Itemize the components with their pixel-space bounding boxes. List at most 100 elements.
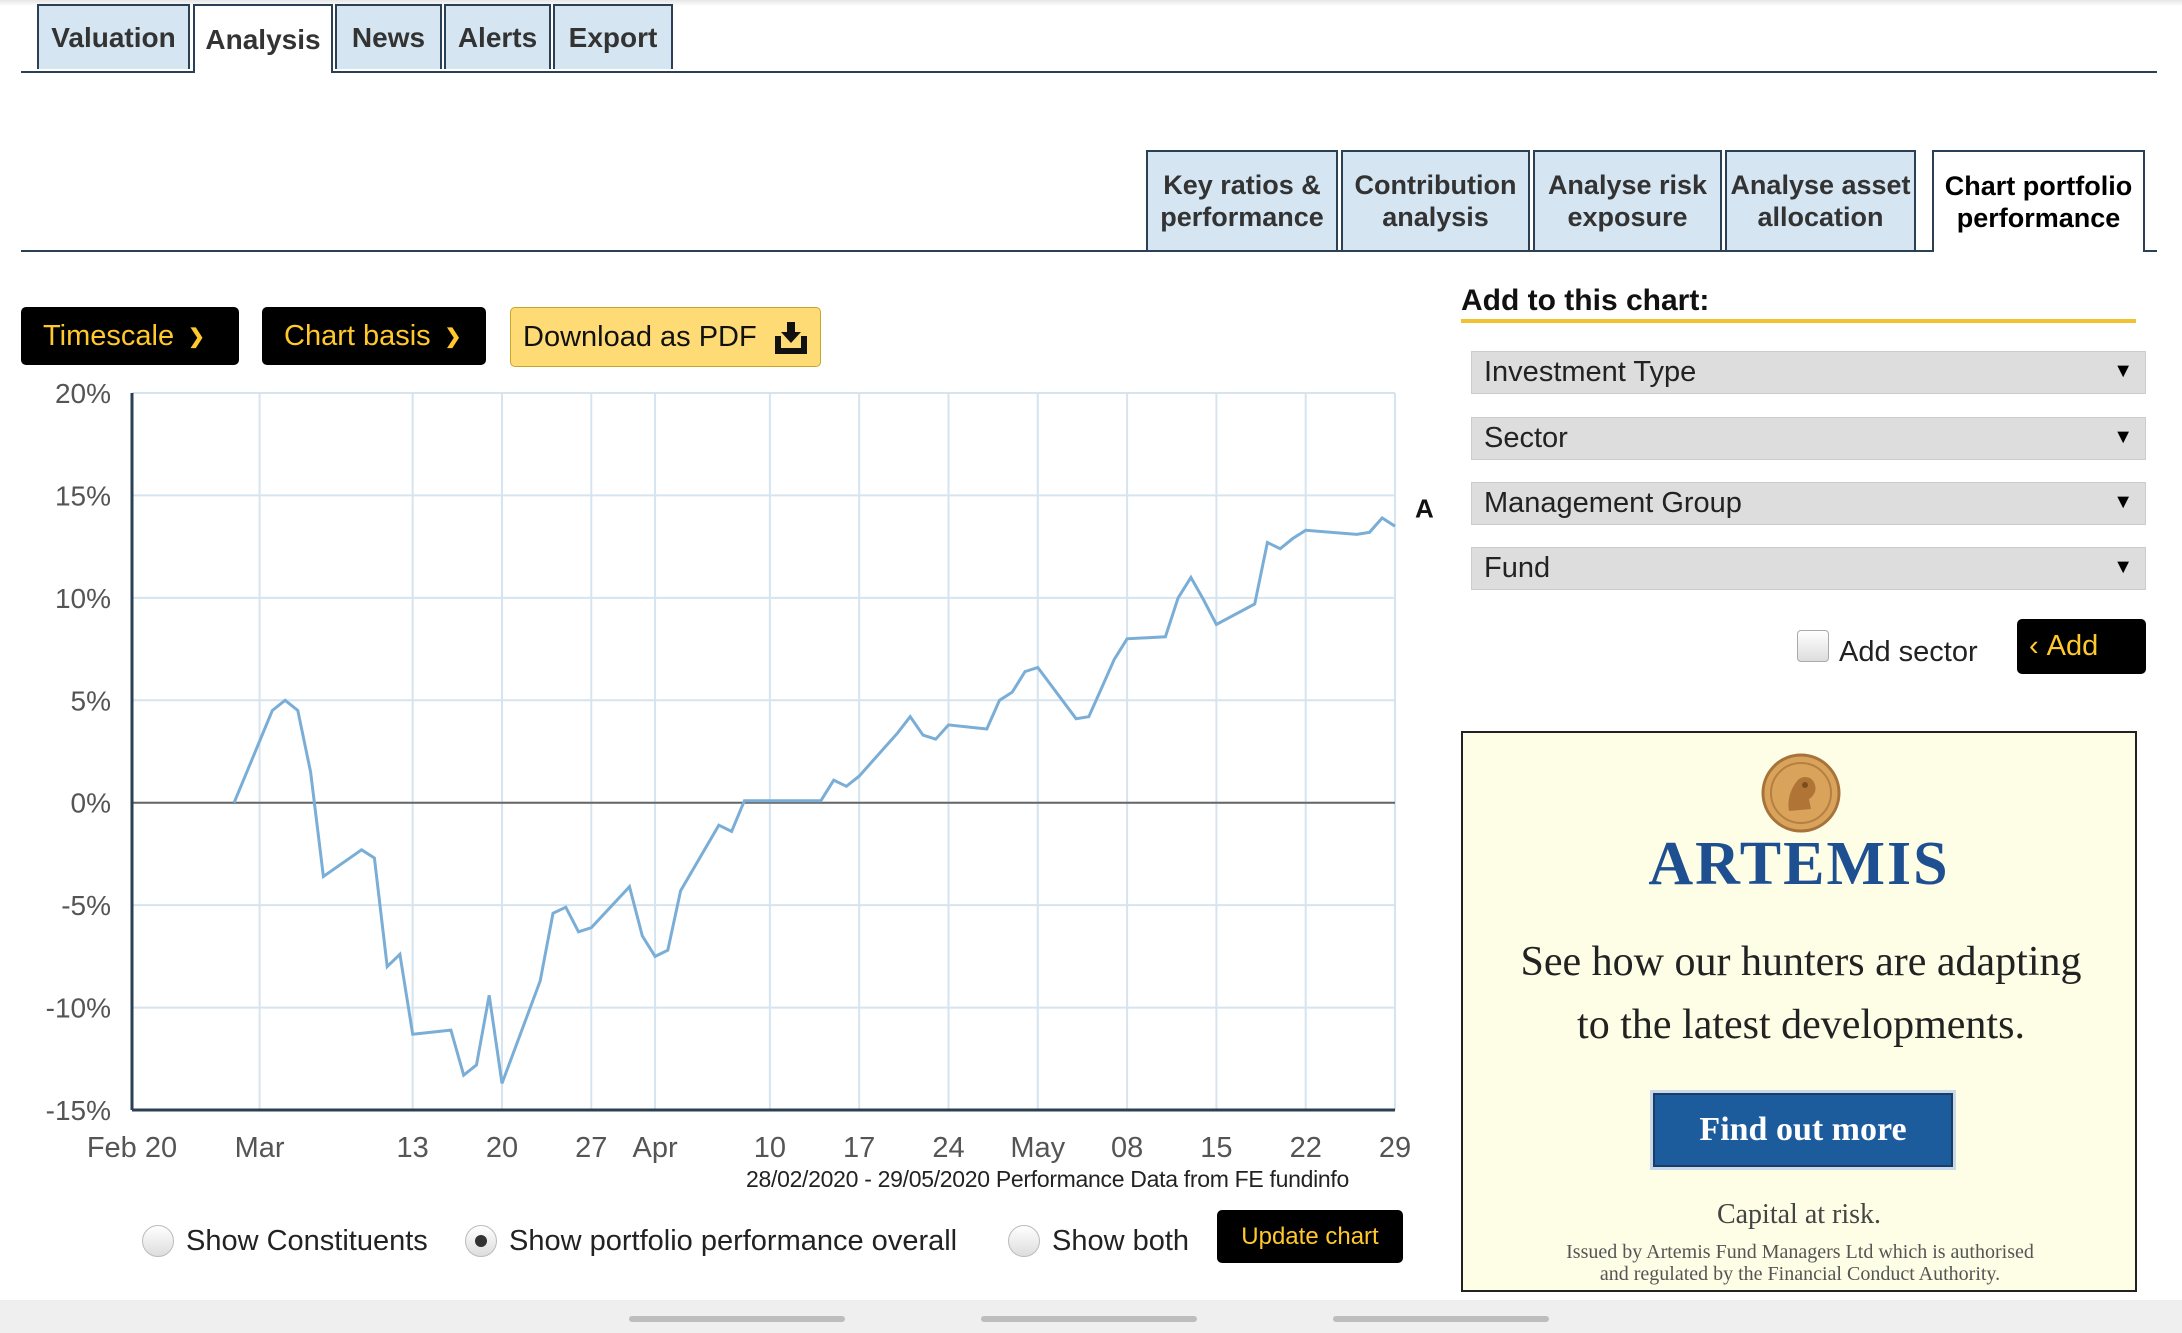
find-out-more-button[interactable]: Find out more — [1650, 1090, 1956, 1170]
radio-show-constituents[interactable]: Show Constituents — [142, 1216, 428, 1266]
dropdown-arrow-icon: ▼ — [2113, 426, 2133, 448]
advert-headline: See how our hunters are adapting to the l… — [1483, 931, 2119, 1057]
tab-chart-portfolio-performance[interactable]: Chart portfolio performance — [1932, 150, 2145, 252]
performance-chart: 20% 15% 10% 5% 0% -5% -10% -15% Feb 20 Mar 13 20 27… — [46, 378, 1434, 1164]
tab-label: Export — [568, 21, 658, 53]
tab-export[interactable]: Export — [553, 4, 673, 69]
add-sector-checkbox[interactable] — [1797, 630, 1829, 662]
tab-alerts[interactable]: Alerts — [444, 4, 551, 69]
add-sector-label: Add sector — [1839, 636, 1978, 668]
tab-label: Analyse asset — [1730, 170, 1911, 200]
radio-show-both[interactable]: Show both — [1008, 1216, 1189, 1266]
disclaimer-line: Issued by Artemis Fund Managers Ltd whic… — [1566, 1241, 2034, 1263]
x-tick-label: 15 — [1200, 1132, 1232, 1164]
chevron-left-icon: ‹ — [2029, 630, 2039, 662]
sector-select[interactable]: Sector ▼ — [1471, 417, 2146, 460]
update-chart-button[interactable]: Update chart — [1217, 1210, 1403, 1263]
tab-news[interactable]: News — [335, 4, 442, 69]
x-tick-label: 20 — [486, 1132, 518, 1164]
radio-button[interactable] — [142, 1225, 174, 1257]
x-tick-label: 27 — [575, 1132, 607, 1164]
capital-at-risk-text: Capital at risk. — [1716, 1199, 1882, 1230]
fund-select[interactable]: Fund ▼ — [1471, 547, 2146, 590]
tab-label: News — [351, 21, 426, 53]
select-value: Management Group — [1484, 487, 1742, 519]
add-button[interactable]: ‹ Add — [2017, 619, 2146, 674]
tab-analysis[interactable]: Analysis — [193, 4, 333, 73]
x-tick-label: 08 — [1111, 1132, 1143, 1164]
disclaimer-line: and regulated by the Financial Conduct A… — [1599, 1263, 2001, 1285]
radio-label: Show Constituents — [186, 1224, 428, 1257]
analysis-sub-tab-bar: Key ratios & performance Contribution anal… — [21, 150, 2157, 252]
x-tick-label: May — [1010, 1132, 1065, 1164]
x-tick-label: 22 — [1290, 1132, 1322, 1164]
artemis-brand: ARTEMIS — [1648, 830, 1950, 898]
headline-line: to the latest developments. — [1577, 1002, 2025, 1048]
add-to-chart-title: Add to this chart: — [1461, 284, 1710, 317]
y-tick-label: 10% — [55, 583, 111, 614]
chart-source-text: 28/02/2020 - 29/05/2020 Performance Data… — [746, 1166, 1350, 1192]
chevron-down-icon: ❯ — [188, 325, 205, 348]
series-marker-label: A — [1415, 494, 1434, 524]
tab-valuation[interactable]: Valuation — [37, 4, 190, 69]
scroll-handle[interactable] — [629, 1316, 845, 1322]
select-value: Fund — [1484, 552, 1551, 584]
timescale-label: Timescale — [43, 319, 175, 352]
tab-analyse-asset-allocation[interactable]: Analyse asset allocation — [1725, 150, 1916, 250]
y-tick-label: -15% — [46, 1095, 111, 1126]
add-label: Add — [2046, 630, 2099, 662]
series-line — [232, 516, 1396, 1084]
scroll-handle[interactable] — [981, 1316, 1197, 1322]
tab-label: Alerts — [457, 21, 538, 53]
tab-label: Key ratios & — [1163, 170, 1321, 200]
advert-disclaimer: Issued by Artemis Fund Managers Ltd whic… — [1503, 1241, 2097, 1285]
y-tick-label: 0% — [71, 788, 111, 819]
y-tick-label: -10% — [46, 993, 111, 1024]
x-tick-label: 24 — [932, 1132, 964, 1164]
y-tick-label: 5% — [71, 685, 111, 716]
scroll-handle[interactable] — [1333, 1316, 1549, 1322]
download-pdf-label: Download as PDF — [523, 320, 757, 353]
tab-key-ratios[interactable]: Key ratios & performance — [1146, 150, 1338, 250]
timescale-dropdown[interactable]: Timescale ❯ — [21, 307, 239, 365]
radio-label: Show both — [1052, 1224, 1190, 1257]
y-tick-label: 15% — [55, 480, 111, 511]
x-tick-label: 17 — [843, 1132, 875, 1164]
x-tick-label: 13 — [397, 1132, 429, 1164]
chart-basis-dropdown[interactable]: Chart basis ❯ — [262, 307, 486, 365]
radio-button[interactable] — [1008, 1225, 1040, 1257]
main-tab-bar: Valuation Analysis News Alerts Export — [21, 0, 2157, 73]
dropdown-arrow-icon: ▼ — [2113, 556, 2133, 578]
tab-label: Analyse risk — [1547, 170, 1708, 200]
y-tick-label: -5% — [61, 890, 111, 921]
chart-grid — [131, 392, 1396, 1111]
radio-show-portfolio-overall[interactable]: Show portfolio performance overall — [465, 1216, 957, 1266]
download-tray-icon — [775, 322, 807, 354]
tab-label: Valuation — [51, 21, 176, 53]
tab-analyse-risk[interactable]: Analyse risk exposure — [1533, 150, 1722, 250]
dropdown-arrow-icon: ▼ — [2113, 491, 2133, 513]
y-axis-ticks: 20% 15% 10% 5% 0% -5% -10% -15% — [46, 378, 111, 1126]
tab-label: performance — [1956, 203, 2121, 233]
tab-label: Analysis — [205, 23, 321, 55]
radio-label: Show portfolio performance overall — [509, 1224, 958, 1257]
tab-label: performance — [1160, 202, 1324, 232]
tab-label: exposure — [1567, 202, 1688, 232]
tab-label: allocation — [1757, 202, 1884, 232]
management-group-select[interactable]: Management Group ▼ — [1471, 482, 2146, 525]
select-value: Investment Type — [1484, 356, 1697, 388]
download-pdf-button[interactable]: Download as PDF — [510, 307, 821, 367]
tab-contribution-analysis[interactable]: Contribution analysis — [1341, 150, 1530, 250]
headline-line: See how our hunters are adapting — [1520, 939, 2082, 985]
chevron-down-icon: ❯ — [444, 325, 462, 348]
select-value: Sector — [1484, 422, 1568, 454]
tab-label: Chart portfolio — [1944, 171, 2133, 201]
x-tick-label: Feb 20 — [87, 1132, 177, 1164]
x-tick-label: 10 — [754, 1132, 786, 1164]
radio-button-selected[interactable] — [465, 1225, 497, 1257]
y-tick-label: 20% — [55, 378, 111, 409]
artemis-advert[interactable]: ARTEMIS See how our hunters are adapting… — [1461, 731, 2137, 1292]
investment-type-select[interactable]: Investment Type ▼ — [1471, 351, 2146, 394]
title-underline — [1461, 319, 2136, 323]
x-tick-label: 29 — [1379, 1132, 1411, 1164]
